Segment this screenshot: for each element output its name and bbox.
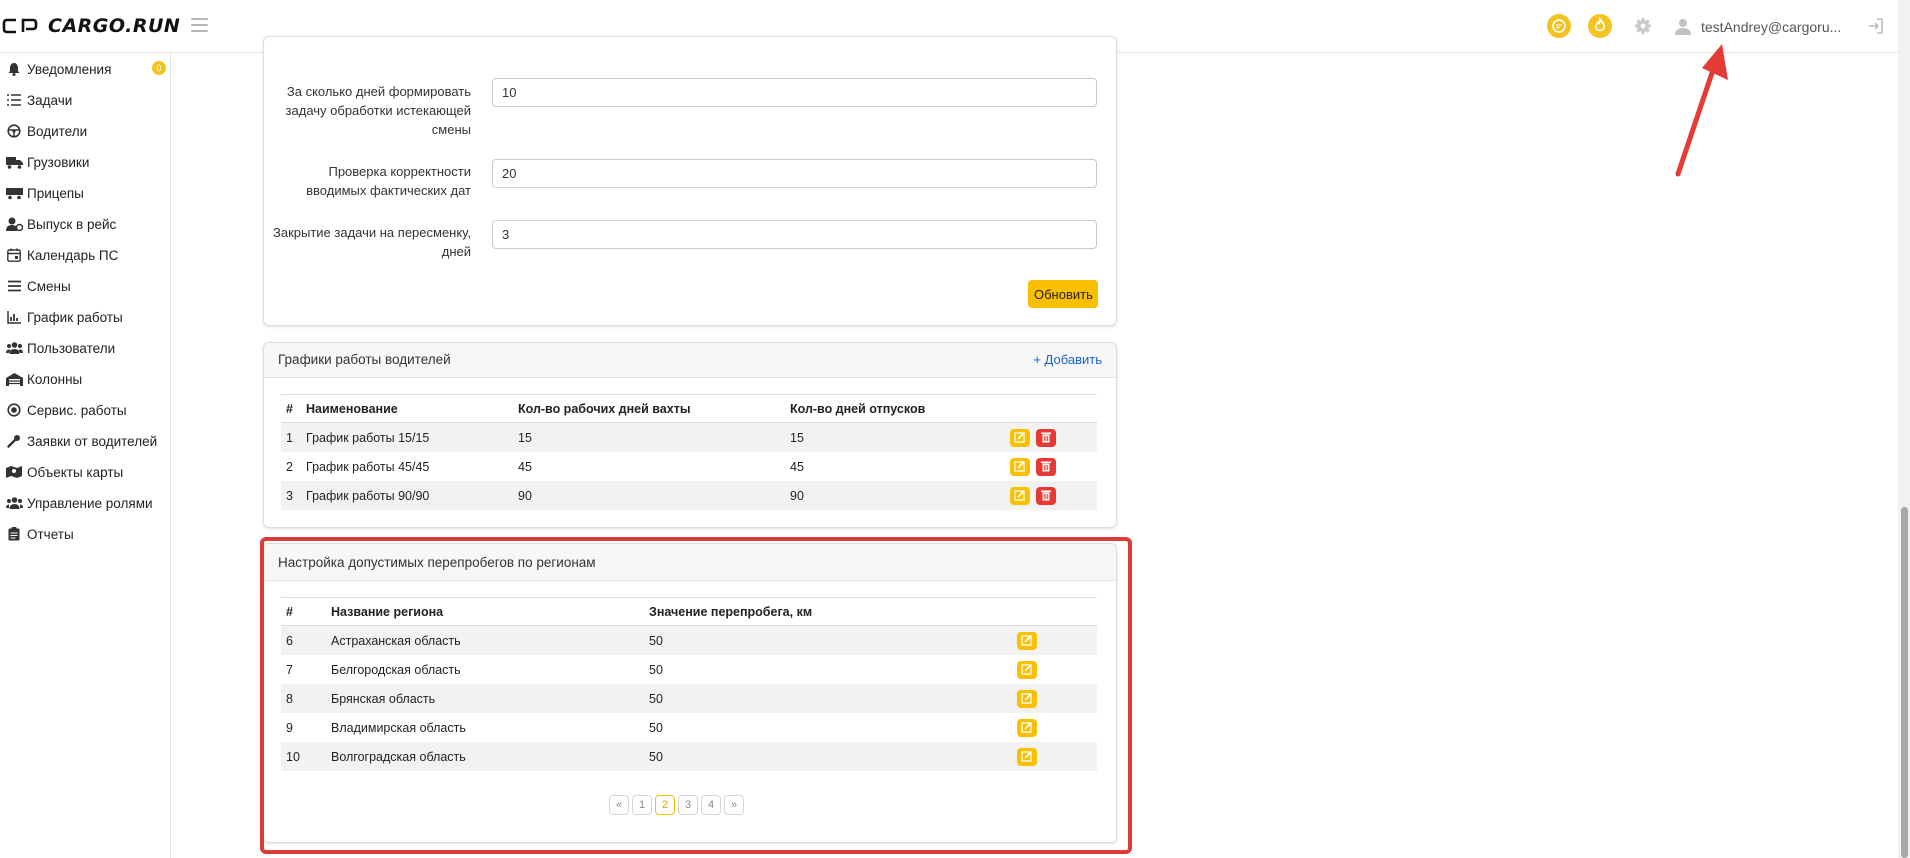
- wrench-icon: [5, 433, 23, 449]
- sidebar: Уведомления 0 Задачи Водители Грузовики …: [0, 53, 171, 858]
- bell-icon: [5, 61, 23, 77]
- page-scrollbar[interactable]: [1898, 0, 1910, 858]
- sidebar-item-map-objects[interactable]: Объекты карты: [0, 459, 170, 485]
- sidebar-item-trailers[interactable]: Прицепы: [0, 180, 170, 206]
- schedule-name: График работы 90/90: [306, 481, 518, 510]
- users-icon: [5, 340, 23, 356]
- settings-card: За сколько дней формировать задачу обраб…: [263, 36, 1117, 326]
- cargo-logo-icon: [2, 18, 38, 34]
- add-schedule-button[interactable]: + Добавить: [1033, 352, 1102, 367]
- vacation-days: 15: [790, 422, 1010, 452]
- user-dispatch-icon: [5, 216, 23, 232]
- service-icon: [5, 402, 23, 418]
- gear-icon[interactable]: [1633, 16, 1653, 36]
- date-check-input[interactable]: [492, 159, 1097, 188]
- logout-icon[interactable]: [1866, 16, 1886, 36]
- table-row: 1 График работы 15/15 15 15: [281, 422, 1097, 452]
- vacation-days: 45: [790, 459, 804, 474]
- edit-icon[interactable]: [1010, 457, 1030, 476]
- form-label-expiring-shift: За сколько дней формировать задачу обраб…: [285, 84, 471, 137]
- user-name: testAndrey@cargoru...: [1701, 19, 1842, 35]
- schedule-name: График работы 15/15: [306, 422, 518, 452]
- schedules-card: Графики работы водителей + Добавить # На…: [263, 342, 1117, 528]
- sidebar-item-notifications[interactable]: Уведомления 0: [0, 56, 170, 82]
- sidebar-item-driver-requests[interactable]: Заявки от водителей: [0, 428, 170, 454]
- row-id: 3: [281, 481, 306, 510]
- form-label-shift-change: Закрытие задачи на пересменку, дней: [272, 225, 471, 259]
- schedules-card-header: Графики работы водителей + Добавить: [264, 343, 1116, 378]
- schedules-title: Графики работы водителей: [278, 352, 451, 367]
- expiring-shift-days-input[interactable]: [492, 78, 1097, 107]
- task-list-icon: [5, 92, 23, 108]
- annotation-arrow-icon: [1675, 44, 1728, 177]
- scrollbar-thumb[interactable]: [1901, 507, 1908, 858]
- work-days: 15: [518, 422, 790, 452]
- clipboard-icon: [5, 526, 23, 542]
- sidebar-item-service[interactable]: Сервис. работы: [0, 397, 170, 423]
- highlight-frame: [260, 537, 1132, 854]
- edit-icon[interactable]: [1010, 486, 1030, 505]
- chat-icon[interactable]: [1547, 14, 1571, 38]
- user-icon: [1675, 19, 1691, 35]
- chart-icon: [5, 309, 23, 325]
- edit-icon[interactable]: [1010, 428, 1030, 447]
- menu-toggle-icon[interactable]: [191, 18, 208, 32]
- trailer-icon: [5, 185, 23, 201]
- trash-icon[interactable]: [1036, 457, 1056, 476]
- form-label-date-check: Проверка корректности вводимых фактическ…: [306, 164, 471, 198]
- sidebar-item-work-schedule[interactable]: График работы: [0, 304, 170, 330]
- sidebar-item-drivers[interactable]: Водители: [0, 118, 170, 144]
- user-menu[interactable]: testAndrey@cargoru...: [1675, 16, 1841, 38]
- sidebar-item-trucks[interactable]: Грузовики: [0, 149, 170, 175]
- work-days: 45: [518, 459, 532, 474]
- column-header: Кол-во рабочих дней вахты: [518, 394, 790, 423]
- schedule-name: График работы 45/45: [306, 459, 430, 474]
- shift-change-days-input[interactable]: [492, 220, 1097, 249]
- sidebar-item-reports[interactable]: Отчеты: [0, 521, 170, 547]
- trash-icon[interactable]: [1036, 486, 1056, 505]
- map-icon: [5, 464, 23, 480]
- steering-wheel-icon: [5, 123, 23, 139]
- schedules-table: # Наименование Кол-во рабочих дней вахты…: [281, 394, 1097, 510]
- roles-icon: [5, 495, 23, 511]
- row-id: 2: [286, 459, 293, 474]
- column-header: Наименование: [306, 394, 518, 423]
- sidebar-item-columns[interactable]: Колонны: [0, 366, 170, 392]
- trash-icon[interactable]: [1036, 428, 1056, 447]
- sidebar-item-dispatch[interactable]: Выпуск в рейс: [0, 211, 170, 237]
- sidebar-item-roles[interactable]: Управление ролями: [0, 490, 170, 516]
- table-header-row: # Наименование Кол-во рабочих дней вахты…: [281, 394, 1097, 423]
- sidebar-item-shifts[interactable]: Смены: [0, 273, 170, 299]
- sidebar-item-users[interactable]: Пользователи: [0, 335, 170, 361]
- calendar-icon: [5, 247, 23, 263]
- list-icon: [5, 278, 23, 294]
- update-button[interactable]: Обновить: [1028, 280, 1098, 308]
- logo-text: CARGO.RUN: [48, 15, 181, 37]
- column-header: #: [281, 394, 306, 423]
- table-row: 2 График работы 45/45 45 45: [281, 452, 1097, 481]
- column-header: Кол-во дней отпусков: [790, 394, 1010, 423]
- row-id: 1: [281, 422, 306, 452]
- vacation-days: 90: [790, 481, 1010, 510]
- truck-icon: [5, 154, 23, 170]
- sidebar-item-tasks[interactable]: Задачи: [0, 87, 170, 113]
- fire-icon[interactable]: [1588, 14, 1612, 38]
- sidebar-item-calendar[interactable]: Календарь ПС: [0, 242, 170, 268]
- work-days: 90: [518, 481, 790, 510]
- garage-icon: [5, 371, 23, 387]
- table-row: 3 График работы 90/90 90 90: [281, 481, 1097, 510]
- notifications-badge: 0: [152, 61, 166, 75]
- logo[interactable]: CARGO.RUN: [2, 14, 180, 38]
